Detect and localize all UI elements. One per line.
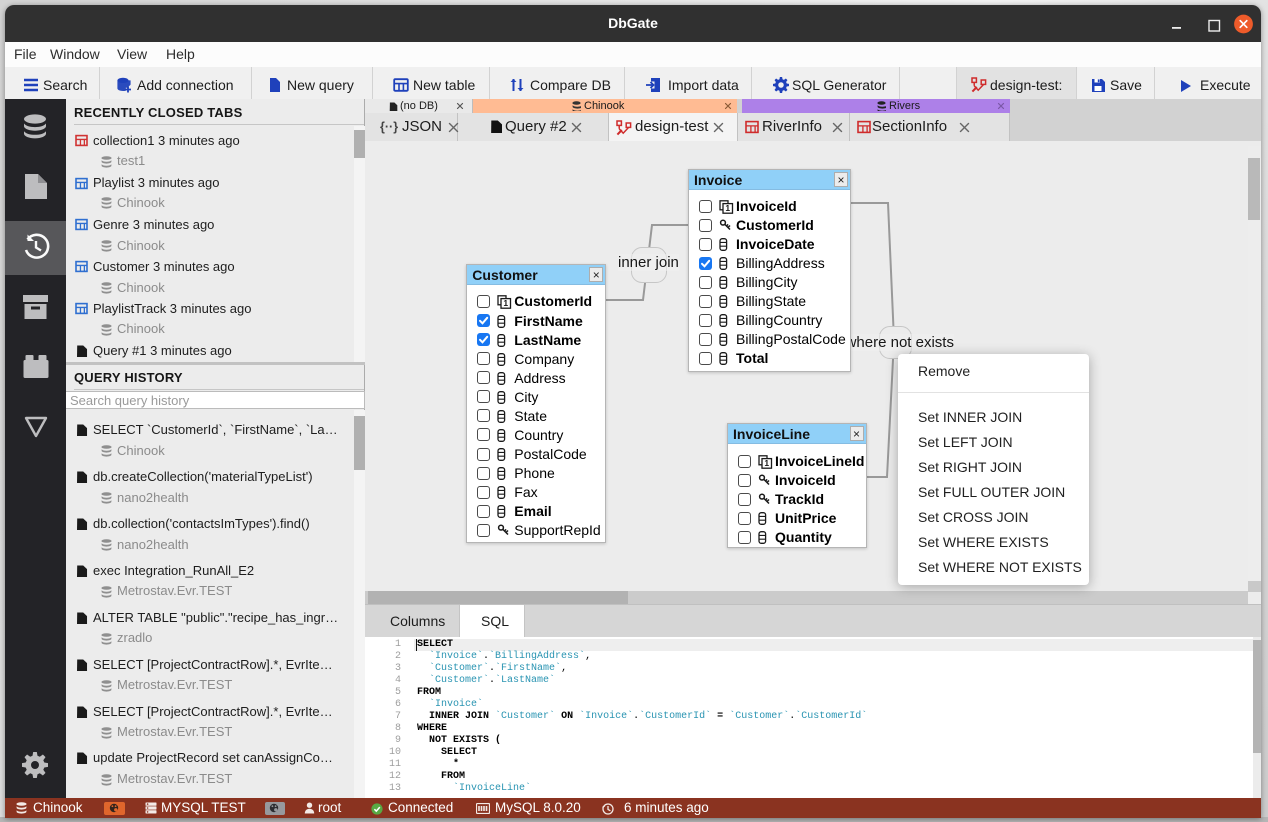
- svg-text:1: 1: [725, 203, 730, 213]
- svg-text:1: 1: [764, 458, 769, 468]
- svg-text:1: 1: [504, 299, 509, 309]
